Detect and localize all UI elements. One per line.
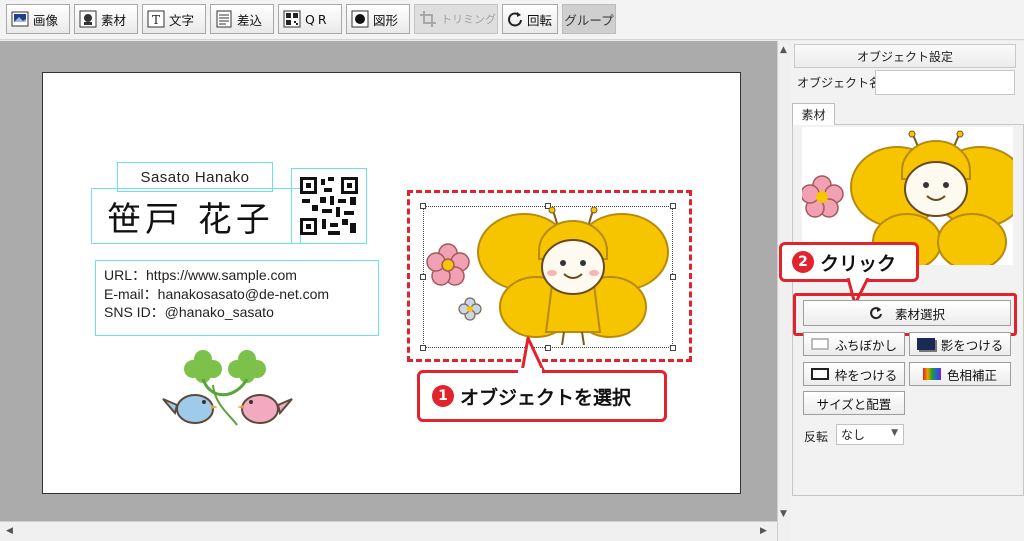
horizontal-scrollbar[interactable]: ◀ ▶ [0,521,777,541]
shape-button[interactable]: 図形 [346,4,410,34]
panel-title: オブジェクト設定 [794,44,1016,68]
flip-select[interactable]: なし ▼ [836,424,904,445]
rotate-button[interactable]: 回転 [502,4,558,34]
qr-button[interactable]: QR [278,4,342,34]
blur-border-icon [810,338,829,350]
shadow-label: 影をつける [940,337,1004,353]
tab-material[interactable]: 素材 [792,103,835,125]
chevron-down-icon: ▼ [891,428,898,438]
step1-badge: 1 [432,385,454,407]
contact-info: URL：https://www.sample.com E-mail：hanako… [95,260,379,336]
callout2-text: クリック [820,252,897,275]
callout1-text: オブジェクトを選択 [460,386,632,409]
text-button-label: 文字 [169,12,195,28]
flip-select-value: なし [841,428,866,442]
image-button-label: 画像 [33,12,59,28]
step2-badge: 2 [792,251,814,273]
shape-button-label: 図形 [373,12,399,28]
name-jp-text: 笹戸 花子 [107,199,274,240]
butterfly-girl-illustration [426,207,669,346]
color-correct-button[interactable]: 色相補正 [909,362,1011,386]
material-button-label: 素材 [101,12,127,28]
image-icon [11,10,29,28]
frame-icon [810,368,829,380]
blur-border-button[interactable]: ふちぼかし [803,332,905,356]
sns-line: SNS ID：@hanako_sasato [104,304,274,320]
svg-text:T: T [152,13,160,27]
crop-icon [419,10,437,28]
shape-icon [351,10,369,28]
shadow-button[interactable]: 影をつける [909,332,1011,356]
callout-click: 2 クリック [779,242,919,282]
flip-label: 反転 [804,430,829,444]
scroll-right-icon[interactable]: ▶ [760,526,767,536]
shadow-icon [916,338,935,350]
url-line: URL：https://www.sample.com [104,267,297,283]
toolbar: 画像 素材 T 文字 差込 QR 図形 トリミング 回転 グループ [0,0,1024,40]
scroll-left-icon[interactable]: ◀ [6,526,13,536]
image-button[interactable]: 画像 [6,4,70,34]
rotate-button-label: 回転 [527,12,553,28]
email-line: E-mail：hanakosasato@de-net.com [104,285,330,302]
object-name-label: オブジェクト名 [797,76,882,90]
group-button-label: グループ [564,12,614,28]
blur-border-label: ふちぼかし [834,337,898,353]
size-position-button[interactable]: サイズと配置 [803,391,905,415]
frame-button[interactable]: 枠をつける [803,362,905,386]
size-position-label: サイズと配置 [816,396,892,412]
crop-button[interactable]: トリミング [414,4,498,34]
qr-code-image [300,177,358,235]
text-button[interactable]: T 文字 [142,4,206,34]
qr-icon [283,10,301,28]
callout1-pointer [520,336,546,372]
callout-select-object: 1 オブジェクトを選択 [417,370,667,422]
vertical-scrollbar[interactable]: ▲ ▼ [777,41,791,541]
merge-button-label: 差込 [237,12,263,28]
qr-button-label: QR [305,11,330,27]
callout1-joint [518,368,542,374]
material-icon [79,10,97,28]
group-button[interactable]: グループ [562,4,616,34]
rotate-icon [507,10,523,28]
crop-button-label: トリミング [441,13,496,26]
text-icon: T [147,10,165,28]
frame-label: 枠をつける [834,367,898,383]
clover-birds-illustration [162,350,293,426]
object-settings-panel: オブジェクト設定 オブジェクト名 素材 2 クリック 素材選択 ふちぼかし 影を… [779,41,1024,541]
merge-icon [215,10,233,28]
merge-button[interactable]: 差込 [210,4,274,34]
refresh-icon [869,306,883,320]
object-name-input[interactable] [875,70,1015,95]
select-material-label: 素材選択 [894,306,945,322]
color-correct-icon [922,368,941,380]
scroll-down-icon[interactable]: ▼ [780,509,787,519]
scroll-up-icon[interactable]: ▲ [780,45,787,55]
color-correct-label: 色相補正 [946,367,997,383]
select-material-button[interactable]: 素材選択 [803,300,1011,326]
material-button[interactable]: 素材 [74,4,138,34]
